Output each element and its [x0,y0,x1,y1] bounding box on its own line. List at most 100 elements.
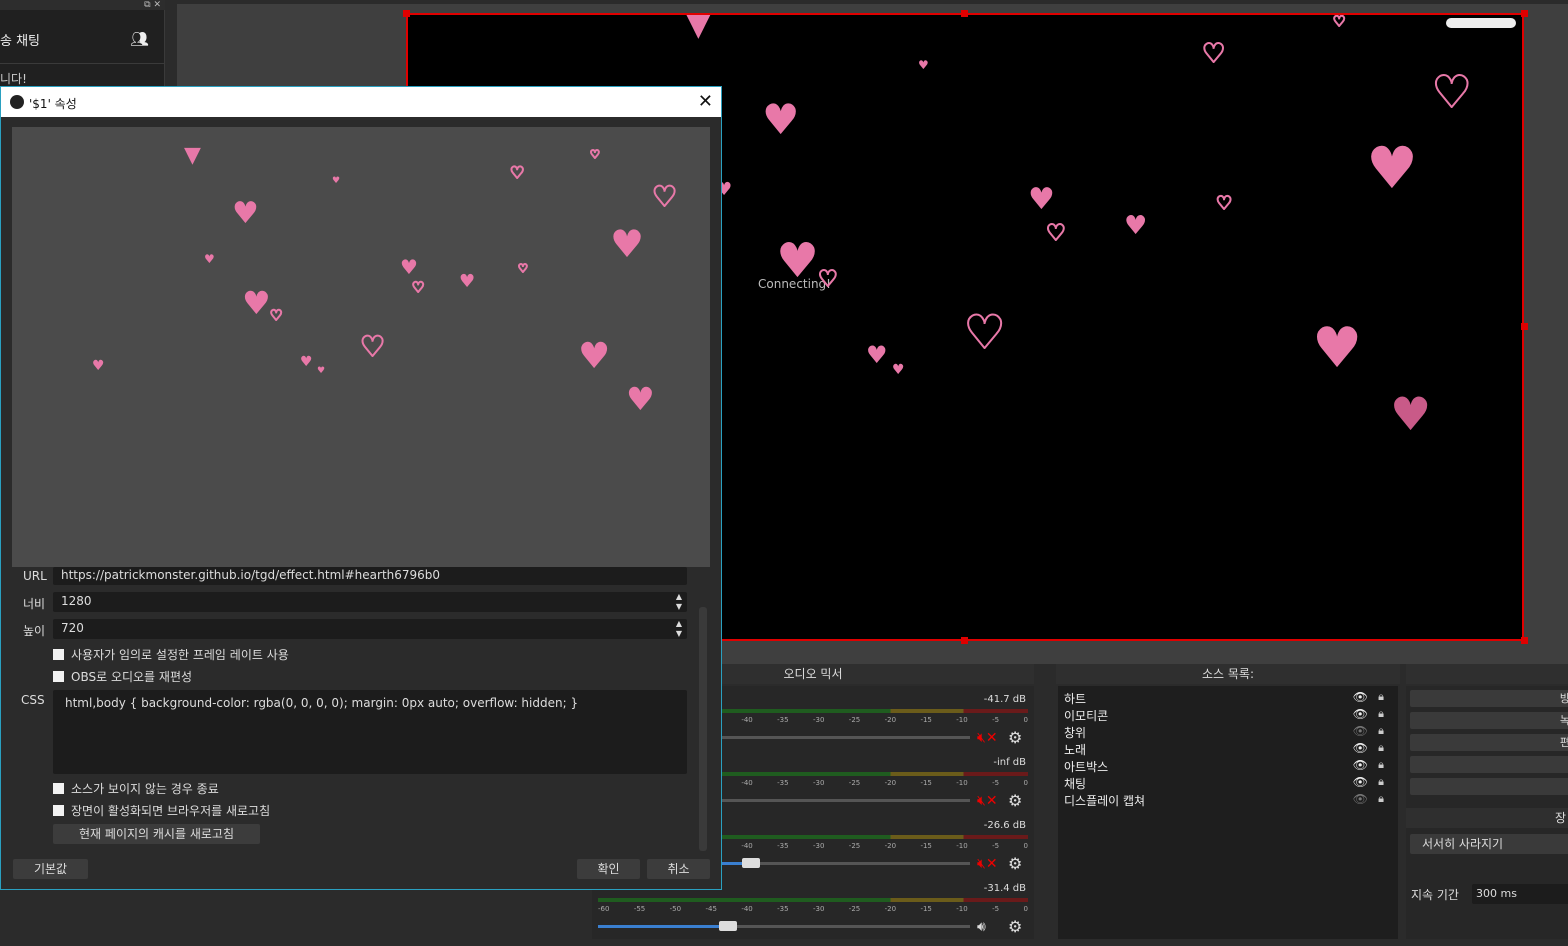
eye-icon[interactable]: 👁︎ [1353,741,1368,755]
start-streaming-button[interactable]: 방 [1410,690,1568,707]
custom-fps-checkbox[interactable]: 사용자가 임의로 설정한 프레임 레이트 사용 [53,646,289,663]
heart-icon: ♥ [1215,193,1233,214]
gear-icon[interactable]: ⚙ [1008,728,1022,747]
cancel-button[interactable]: 취소 [647,859,710,879]
meter-tick: -5 [992,905,1000,913]
meter-tick: -15 [920,905,932,913]
resize-handle[interactable] [1521,10,1528,17]
heart-icon: ♥ [589,148,601,161]
source-item[interactable]: 채팅 👁︎ 🔒︎ [1064,775,1394,792]
lock-icon[interactable]: 🔒︎ [1378,792,1384,806]
eye-hidden-icon[interactable]: 👁︎ [1353,724,1368,738]
reroute-audio-checkbox[interactable]: OBS로 오디오를 재편성 [53,668,192,685]
gear-icon[interactable]: ⚙ [1008,854,1022,873]
dialog-titlebar: '$1' 속성 ✕ [1,87,721,117]
eye-icon[interactable]: 👁︎ [1353,758,1368,772]
checkbox-box[interactable] [53,649,64,660]
start-recording-button[interactable]: 녹 [1410,712,1568,729]
gear-icon[interactable]: ⚙ [1008,917,1022,936]
checkbox-box[interactable] [53,671,64,682]
eye-icon[interactable]: 👁︎ [1353,775,1368,789]
transition-select[interactable]: 서서히 사라지기 [1410,834,1568,854]
heart-icon: ♥ [317,366,326,376]
width-spinner[interactable]: ▲ ▼ [671,592,687,612]
meter-tick: -20 [884,716,897,724]
source-item[interactable]: 이모티콘 👁︎ 🔒︎ [1064,707,1394,724]
volume-db: -31.4 dB [983,883,1026,894]
mini-volume-slider[interactable] [1446,18,1516,28]
volume-db: -41.7 dB [983,694,1026,705]
resize-handle[interactable] [403,10,410,17]
heart-icon: ♥ [1201,39,1226,69]
source-name: 하트 [1064,692,1087,706]
height-field[interactable]: 720 ▲ ▼ [53,619,687,639]
heart-icon: ♥ [232,196,259,231]
speaker-icon[interactable]: 🔊︎ [977,919,986,935]
volume-slider-handle[interactable] [741,858,760,868]
defaults-button[interactable]: 기본값 [13,859,88,879]
meter-tick: -15 [920,779,932,787]
users-icon[interactable]: 👥︎ [130,30,149,48]
exit-button[interactable] [1410,778,1568,795]
lock-icon[interactable]: 🔒︎ [1378,690,1384,704]
source-item[interactable]: 디스플레이 캡쳐 👁︎ 🔒︎ [1064,792,1394,809]
sources-dock-title: 소스 목록: [1056,664,1400,684]
volume-slider[interactable] [598,921,970,931]
resize-handle[interactable] [1521,637,1528,644]
resize-handle[interactable] [961,637,968,644]
css-field[interactable]: html,body { background-color: rgba(0, 0,… [53,690,687,774]
heart-icon: ♥ [332,176,341,186]
lock-icon[interactable]: 🔒︎ [1378,775,1384,789]
meter-tick: -5 [992,779,1000,787]
sources-list: 하트 👁︎ 🔒︎ 이모티콘 👁︎ 🔒︎ 창위 👁︎ 🔒︎ 노래 👁︎ 🔒︎ 아트박스 👁︎ 🔒︎ 채팅 👁︎ 🔒︎… [1058,686,1398,939]
eye-icon[interactable]: 👁︎ [1353,707,1368,721]
duration-label: 지속 기간 [1411,888,1459,902]
checkbox-box[interactable] [53,805,64,816]
dock-close-controls[interactable]: ⧉ ✕ [0,0,165,10]
source-name: 이모티콘 [1064,709,1109,723]
meter-tick: -35 [777,842,789,850]
source-item[interactable]: 하트 👁︎ 🔒︎ [1064,690,1394,707]
dialog-scrollbar[interactable] [699,607,707,851]
height-spinner[interactable]: ▲ ▼ [671,619,687,639]
lock-icon[interactable]: 🔒︎ [1378,758,1384,772]
scene-transitions-title: 장 [1406,808,1568,828]
lock-icon[interactable]: 🔒︎ [1378,707,1384,721]
source-item[interactable]: 노래 👁︎ 🔒︎ [1064,741,1394,758]
chat-title: 송 채팅 [0,34,41,49]
heart-icon: ♥ [411,280,425,296]
settings-button[interactable] [1410,756,1568,773]
duration-input[interactable]: 300 ms [1472,884,1568,904]
ok-button[interactable]: 확인 [577,859,640,879]
lock-icon[interactable]: 🔒︎ [1378,724,1384,738]
meter-tick: -30 [812,905,825,913]
shutdown-hidden-checkbox[interactable]: 소스가 보이지 않는 경우 종료 [53,780,219,797]
lock-icon[interactable]: 🔒︎ [1378,741,1384,755]
source-item[interactable]: 창위 👁︎ 🔒︎ [1064,724,1394,741]
gear-icon[interactable]: ⚙ [1008,791,1022,810]
close-icon[interactable]: ✕ [698,91,713,112]
refresh-on-active-checkbox[interactable]: 장면이 활성화되면 브라우저를 새로고침 [53,802,270,819]
studio-mode-button[interactable]: 편 [1410,734,1568,751]
url-label: URL [23,569,47,583]
volume-slider-fill [598,925,729,928]
url-field[interactable]: https://patrickmonster.github.io/tgd/eff… [53,567,687,585]
eye-hidden-icon[interactable]: 👁︎ [1353,792,1368,806]
volume-slider-handle[interactable] [719,921,738,931]
checkbox-box[interactable] [53,783,64,794]
refresh-cache-button[interactable]: 현재 페이지의 캐시를 새로고침 [53,824,260,844]
meter-tick: 0 [1023,779,1028,787]
resize-handle[interactable] [961,10,968,17]
eye-icon[interactable]: 👁︎ [1353,690,1368,704]
muted-speaker-icon[interactable]: 🔇︎✕ [977,793,998,809]
muted-speaker-icon[interactable]: 🔇︎✕ [977,730,998,746]
properties-dialog: '$1' 속성 ✕ ▼ ♥ ♥ ♥ ♥ ♥ ♥ ♥ ♥ ♥ ♥ ♥ ♥ ♥ ♥ … [0,86,722,890]
meter-tick: 0 [1023,905,1028,913]
muted-speaker-icon[interactable]: 🔇︎✕ [977,856,998,872]
divider [0,63,165,64]
resize-handle[interactable] [1521,323,1528,330]
width-field[interactable]: 1280 ▲ ▼ [53,592,687,612]
meter-ticks: -60-55-50-45-40-35-30-25-20-15-10-50 [598,905,1028,913]
source-item[interactable]: 아트박스 👁︎ 🔒︎ [1064,758,1394,775]
meter-tick: -35 [777,779,789,787]
